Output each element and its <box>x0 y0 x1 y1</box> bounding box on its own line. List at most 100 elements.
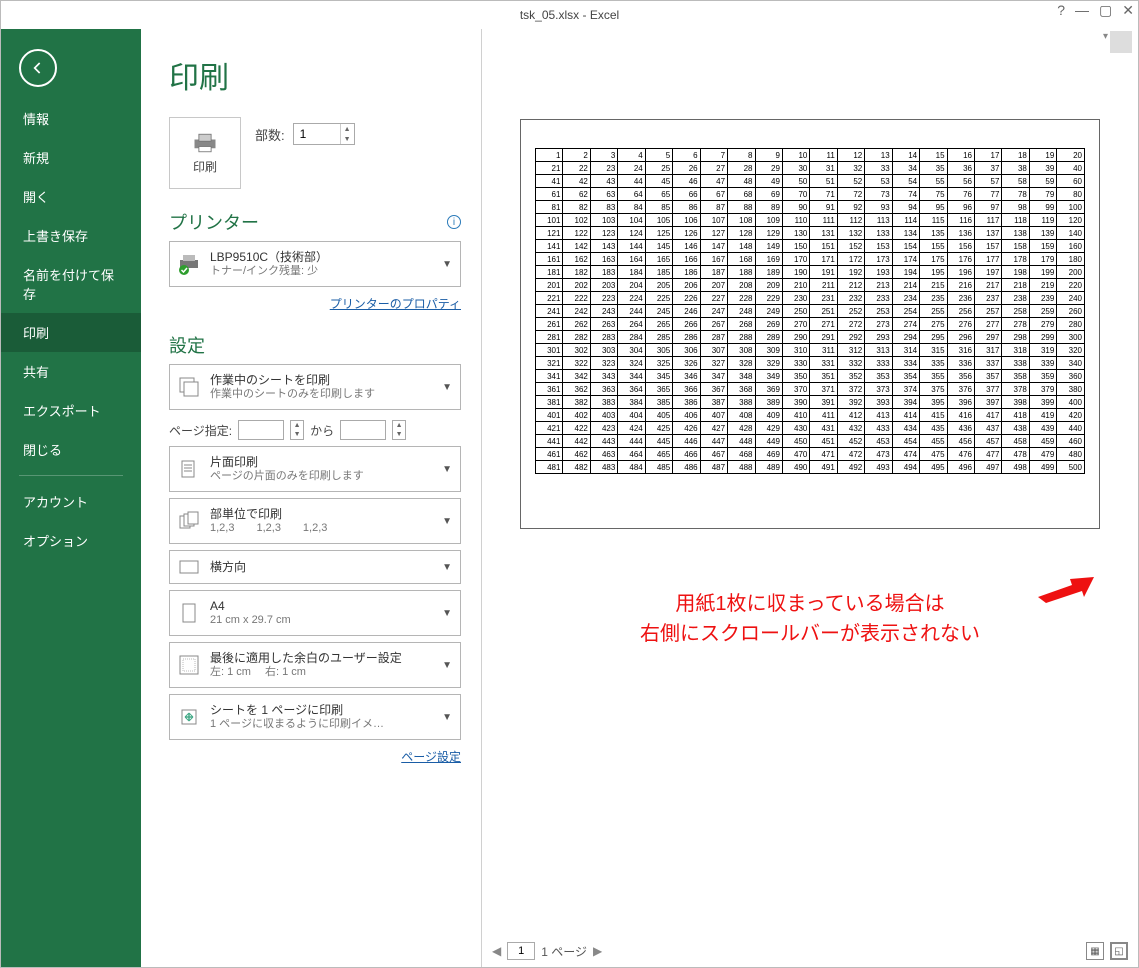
paper-size-select[interactable]: A421 cm x 29.7 cm ▼ <box>169 590 461 636</box>
prev-page-button[interactable]: ◀ <box>492 944 501 958</box>
page-to-stepper[interactable]: ▲▼ <box>392 420 406 440</box>
grid-cell: 96 <box>947 201 974 214</box>
landscape-icon <box>176 558 202 576</box>
nav-item-7[interactable]: エクスポート <box>1 391 141 430</box>
grid-cell: 298 <box>1002 331 1029 344</box>
grid-cell: 140 <box>1057 227 1085 240</box>
grid-cell: 122 <box>563 227 590 240</box>
grid-cell: 182 <box>563 266 590 279</box>
print-button[interactable]: 印刷 <box>169 117 241 189</box>
grid-cell: 91 <box>810 201 837 214</box>
copies-spinner[interactable]: ▲▼ <box>293 123 355 145</box>
page-number-input[interactable] <box>507 942 535 960</box>
grid-cell: 126 <box>673 227 700 240</box>
grid-cell: 317 <box>975 344 1002 357</box>
grid-cell: 468 <box>728 448 755 461</box>
copies-up-icon[interactable]: ▲ <box>341 124 354 134</box>
chevron-down-icon: ▼ <box>440 382 454 393</box>
grid-cell: 452 <box>837 435 864 448</box>
grid-cell: 380 <box>1057 383 1085 396</box>
nav-item-8[interactable]: 閉じる <box>1 430 141 469</box>
nav-item-3[interactable]: 上書き保存 <box>1 216 141 255</box>
grid-cell: 108 <box>728 214 755 227</box>
grid-cell: 481 <box>536 461 563 474</box>
grid-cell: 118 <box>1002 214 1029 227</box>
grid-cell: 477 <box>975 448 1002 461</box>
grid-cell: 426 <box>673 422 700 435</box>
nav-item-6[interactable]: 共有 <box>1 352 141 391</box>
grid-cell: 488 <box>728 461 755 474</box>
grid-cell: 204 <box>618 279 645 292</box>
grid-cell: 20 <box>1057 149 1085 162</box>
grid-cell: 152 <box>837 240 864 253</box>
grid-cell: 363 <box>590 383 617 396</box>
grid-cell: 498 <box>1002 461 1029 474</box>
grid-cell: 227 <box>700 292 727 305</box>
nav-item-9[interactable]: アカウント <box>1 482 141 521</box>
close-icon[interactable]: ✕ <box>1122 3 1134 17</box>
page-setup-link[interactable]: ページ設定 <box>401 750 461 764</box>
nav-item-4[interactable]: 名前を付けて保存 <box>1 255 141 313</box>
page-to-input[interactable] <box>340 420 386 440</box>
grid-cell: 268 <box>728 318 755 331</box>
nav-item-2[interactable]: 開く <box>1 177 141 216</box>
orientation-select[interactable]: 横方向 ▼ <box>169 550 461 584</box>
grid-cell: 485 <box>645 461 672 474</box>
grid-cell: 231 <box>810 292 837 305</box>
grid-cell: 186 <box>673 266 700 279</box>
grid-cell: 408 <box>728 409 755 422</box>
zoom-to-page-button[interactable]: ◱ <box>1110 942 1128 960</box>
back-button[interactable] <box>19 49 57 87</box>
next-page-button[interactable]: ▶ <box>593 944 602 958</box>
help-icon[interactable]: ? <box>1057 3 1065 17</box>
grid-cell: 371 <box>810 383 837 396</box>
grid-cell: 115 <box>920 214 947 227</box>
page-from-stepper[interactable]: ▲▼ <box>290 420 304 440</box>
sides-select[interactable]: 片面印刷ページの片面のみを印刷します ▼ <box>169 446 461 492</box>
grid-cell: 491 <box>810 461 837 474</box>
grid-cell: 3 <box>590 149 617 162</box>
grid-cell: 431 <box>810 422 837 435</box>
grid-cell: 311 <box>810 344 837 357</box>
grid-cell: 149 <box>755 240 782 253</box>
nav-item-1[interactable]: 新規 <box>1 138 141 177</box>
window-title: tsk_05.xlsx - Excel <box>520 8 619 22</box>
copies-input[interactable] <box>294 124 340 144</box>
nav-item-10[interactable]: オプション <box>1 521 141 560</box>
grid-cell: 417 <box>975 409 1002 422</box>
grid-cell: 213 <box>865 279 892 292</box>
grid-cell: 400 <box>1057 396 1085 409</box>
grid-cell: 124 <box>618 227 645 240</box>
grid-cell: 21 <box>536 162 563 175</box>
grid-cell: 344 <box>618 370 645 383</box>
grid-cell: 342 <box>563 370 590 383</box>
grid-cell: 77 <box>975 188 1002 201</box>
grid-cell: 445 <box>645 435 672 448</box>
grid-cell: 135 <box>920 227 947 240</box>
grid-cell: 353 <box>865 370 892 383</box>
grid-cell: 461 <box>536 448 563 461</box>
printer-icon <box>191 132 219 154</box>
nav-item-0[interactable]: 情報 <box>1 99 141 138</box>
margins-select[interactable]: 最後に適用した余白のユーザー設定左: 1 cm 右: 1 cm ▼ <box>169 642 461 688</box>
chevron-down-icon: ▼ <box>440 608 454 619</box>
annotation-arrow-icon <box>1038 577 1094 603</box>
grid-cell: 132 <box>837 227 864 240</box>
grid-cell: 143 <box>590 240 617 253</box>
printer-select[interactable]: LBP9510C（技術部） トナー/インク残量: 少 ▼ <box>169 241 461 287</box>
grid-cell: 432 <box>837 422 864 435</box>
maximize-icon[interactable]: ▢ <box>1099 3 1112 17</box>
print-scope-select[interactable]: 作業中のシートを印刷作業中のシートのみを印刷します ▼ <box>169 364 461 410</box>
printer-info-icon[interactable]: i <box>447 215 461 229</box>
printer-properties-link[interactable]: プリンターのプロパティ <box>330 297 461 311</box>
grid-cell: 404 <box>618 409 645 422</box>
grid-cell: 5 <box>645 149 672 162</box>
page-from-input[interactable] <box>238 420 284 440</box>
grid-cell: 272 <box>837 318 864 331</box>
nav-item-5[interactable]: 印刷 <box>1 313 141 352</box>
minimize-icon[interactable]: — <box>1075 3 1089 17</box>
collate-select[interactable]: 部単位で印刷1,2,3 1,2,3 1,2,3 ▼ <box>169 498 461 544</box>
show-margins-button[interactable]: ▦ <box>1086 942 1104 960</box>
scaling-select[interactable]: シートを 1 ページに印刷1 ページに収まるように印刷イメ… ▼ <box>169 694 461 740</box>
copies-down-icon[interactable]: ▼ <box>341 134 354 144</box>
